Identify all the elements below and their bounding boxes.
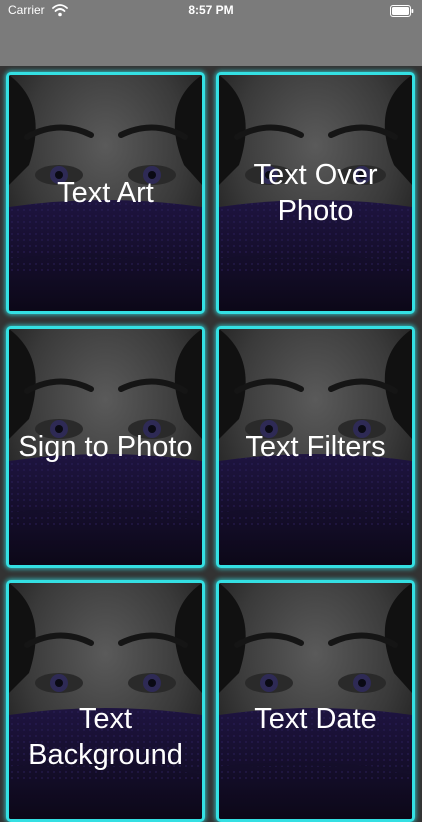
text-date-tile[interactable]: Text Date: [216, 580, 415, 822]
battery-icon: [390, 5, 414, 17]
sign-to-photo-tile[interactable]: Sign to Photo: [6, 326, 205, 568]
tile-label: Sign to Photo: [18, 431, 193, 463]
navigation-bar: [0, 22, 422, 66]
text-art-tile[interactable]: Text Art: [6, 72, 205, 314]
feature-grid: Text Art Text Over Photo Sign to Photo T…: [0, 66, 422, 822]
text-background-tile[interactable]: Text Background: [6, 580, 205, 822]
tile-label: Text Background: [28, 703, 183, 771]
tile-label: Text Art: [57, 177, 154, 209]
tile-label: Text Filters: [245, 431, 386, 463]
status-bar: Carrier 8:57 PM: [0, 0, 422, 22]
text-filters-tile[interactable]: Text Filters: [216, 326, 415, 568]
tile-label: Text Date: [254, 703, 377, 735]
text-over-photo-tile[interactable]: Text Over Photo: [216, 72, 415, 314]
tile-label: Text Over Photo: [253, 159, 378, 227]
status-time: 8:57 PM: [188, 3, 234, 17]
